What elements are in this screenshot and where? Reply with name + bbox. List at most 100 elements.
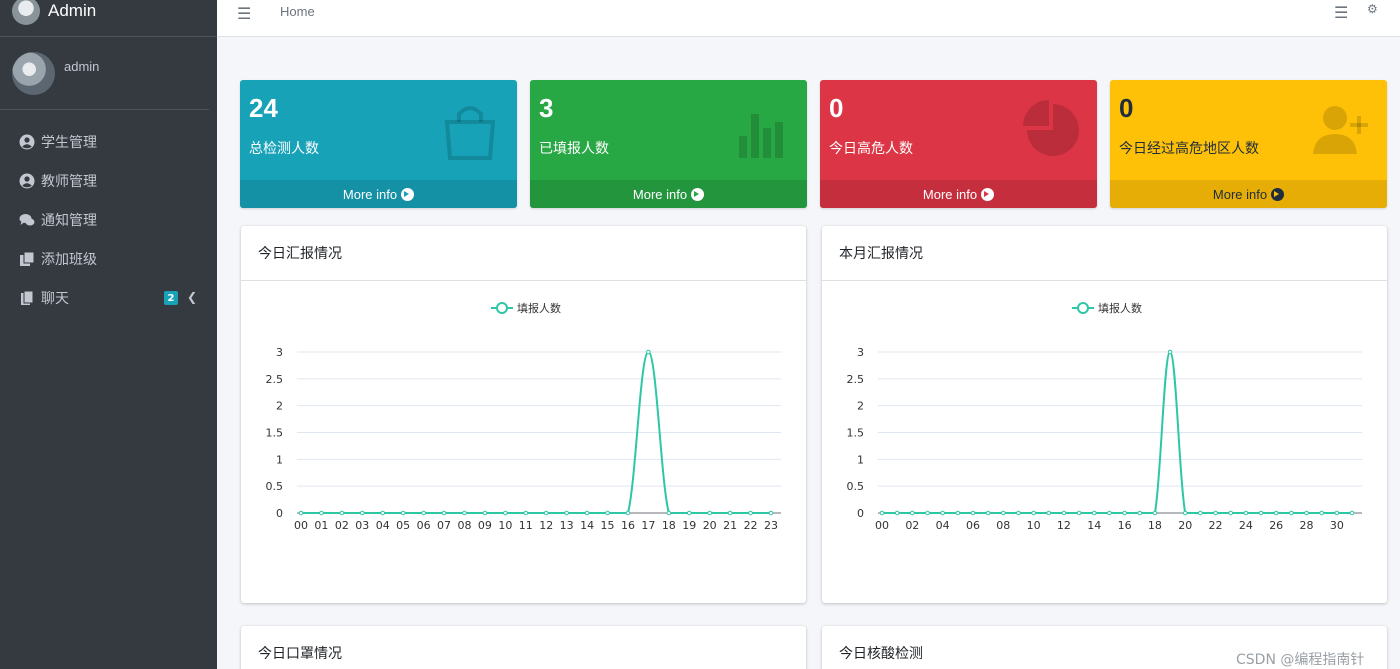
data-point[interactable]	[1016, 510, 1021, 516]
x-tick-label: 12	[539, 519, 553, 532]
data-point[interactable]	[955, 510, 961, 516]
today-report-chart: 填报人数 0 0.5 1 1.5 2 2.5 3 00 01 02 03 04 05 06 07 08 09 10 1…	[266, 301, 781, 532]
data-point[interactable]	[910, 510, 915, 516]
data-point[interactable]	[503, 510, 508, 516]
data-point[interactable]	[985, 510, 991, 516]
info-box-label: 今日经过高危地区人数	[1119, 141, 1259, 157]
data-point[interactable]	[666, 510, 672, 516]
y-tick-label: 2	[857, 400, 864, 413]
data-point[interactable]	[707, 510, 712, 516]
y-tick-label: 2.5	[847, 373, 865, 386]
info-box-total: 24 总检测人数 More info	[240, 80, 517, 208]
data-point[interactable]	[1152, 510, 1158, 516]
sidebar-item-chat[interactable]: 聊天 2 ❮	[0, 278, 217, 317]
data-point[interactable]	[421, 510, 426, 516]
data-point[interactable]	[1076, 510, 1082, 516]
menu-toggle-icon[interactable]: ☰	[237, 4, 251, 23]
breadcrumb-home[interactable]: Home	[280, 4, 315, 19]
data-point[interactable]	[625, 510, 631, 516]
data-point[interactable]	[564, 510, 569, 516]
data-point[interactable]	[748, 510, 753, 516]
data-point[interactable]	[319, 510, 324, 516]
data-point[interactable]	[879, 510, 885, 516]
x-tick-label: 18	[1148, 519, 1162, 532]
data-point[interactable]	[1228, 510, 1234, 516]
data-point[interactable]	[1198, 510, 1203, 516]
data-point[interactable]	[339, 510, 345, 516]
data-point[interactable]	[1046, 510, 1052, 516]
y-tick-label: 0.5	[266, 480, 284, 493]
data-point[interactable]	[1334, 510, 1340, 516]
user-name[interactable]: admin	[64, 59, 99, 74]
x-tick-label: 19	[682, 519, 696, 532]
data-point[interactable]	[1061, 510, 1067, 516]
info-box-high-risk: 0 今日高危人数 More info	[820, 80, 1097, 208]
data-point[interactable]	[1304, 510, 1309, 516]
data-point[interactable]	[1273, 510, 1279, 516]
data-point[interactable]	[1122, 510, 1127, 516]
data-point[interactable]	[970, 510, 976, 516]
data-point[interactable]	[686, 510, 692, 516]
sidebar-item-notifications[interactable]: 通知管理	[0, 200, 217, 239]
more-info-link[interactable]: More info	[820, 180, 1097, 208]
data-point[interactable]	[940, 510, 945, 516]
data-point[interactable]	[1289, 510, 1294, 516]
data-point[interactable]	[1349, 510, 1355, 516]
avatar[interactable]	[12, 52, 55, 95]
x-tick-label: 16	[1118, 519, 1132, 532]
menu-icon[interactable]: ☰	[1334, 3, 1348, 22]
data-point[interactable]	[1091, 510, 1097, 516]
x-tick-label: 14	[580, 519, 594, 532]
data-point[interactable]	[1167, 349, 1173, 355]
data-point[interactable]	[1107, 510, 1112, 516]
gear-icon[interactable]: ⚙	[1367, 2, 1378, 16]
data-point[interactable]	[482, 510, 488, 516]
brand-link[interactable]: Admin	[0, 0, 217, 37]
x-tick-label: 14	[1087, 519, 1101, 532]
info-box-label: 今日高危人数	[829, 141, 913, 157]
x-tick-label: 30	[1330, 519, 1344, 532]
data-point[interactable]	[646, 349, 651, 355]
data-point[interactable]	[380, 510, 386, 516]
more-info-link[interactable]: More info	[240, 180, 517, 208]
data-point[interactable]	[727, 510, 733, 516]
data-point[interactable]	[1000, 510, 1006, 516]
more-info-link[interactable]: More info	[530, 180, 807, 208]
data-point[interactable]	[298, 510, 304, 516]
x-tick-label: 20	[1178, 519, 1192, 532]
bar-chart-icon	[739, 114, 783, 158]
data-point[interactable]	[768, 510, 774, 516]
data-point[interactable]	[894, 510, 900, 516]
data-point[interactable]	[462, 510, 467, 516]
data-point[interactable]	[605, 510, 610, 516]
data-point[interactable]	[584, 510, 590, 516]
data-point[interactable]	[1137, 510, 1143, 516]
chevron-left-icon[interactable]: ❮	[187, 290, 197, 304]
data-point[interactable]	[925, 510, 930, 516]
data-point[interactable]	[523, 510, 529, 516]
more-info-link[interactable]: More info	[1110, 180, 1387, 208]
data-point[interactable]	[1319, 510, 1324, 516]
data-point[interactable]	[1213, 510, 1218, 516]
data-point[interactable]	[1258, 510, 1264, 516]
chart-legend[interactable]: 填报人数	[1072, 301, 1142, 315]
y-tick-label: 0	[857, 507, 864, 520]
sidebar-item-teachers[interactable]: 教师管理	[0, 161, 217, 200]
sidebar-item-students[interactable]: 学生管理	[0, 122, 217, 161]
user-panel: admin	[0, 37, 209, 110]
y-tick-label: 3	[276, 346, 283, 359]
data-point[interactable]	[360, 510, 365, 516]
data-point[interactable]	[1031, 510, 1036, 516]
data-point[interactable]	[400, 510, 406, 516]
chart-legend[interactable]: 填报人数	[491, 301, 561, 315]
x-tick-label: 02	[335, 519, 349, 532]
x-tick-label: 22	[744, 519, 758, 532]
data-point[interactable]	[543, 510, 549, 516]
card-month-report: 本月汇报情况 填报人数 0 0.5 1 1.5 2 2.5 3 00 02 04 06 08 10 12 14…	[822, 226, 1387, 603]
data-point[interactable]	[1243, 510, 1249, 516]
data-point[interactable]	[1182, 510, 1188, 516]
brand-logo	[12, 0, 40, 25]
card-today-report: 今日汇报情况 填报人数 0 0.5 1 1.5 2 2.5 3 00 01 02 03 04 05 06 07…	[241, 226, 806, 603]
sidebar-item-add-class[interactable]: 添加班级	[0, 239, 217, 278]
data-point[interactable]	[441, 510, 447, 516]
